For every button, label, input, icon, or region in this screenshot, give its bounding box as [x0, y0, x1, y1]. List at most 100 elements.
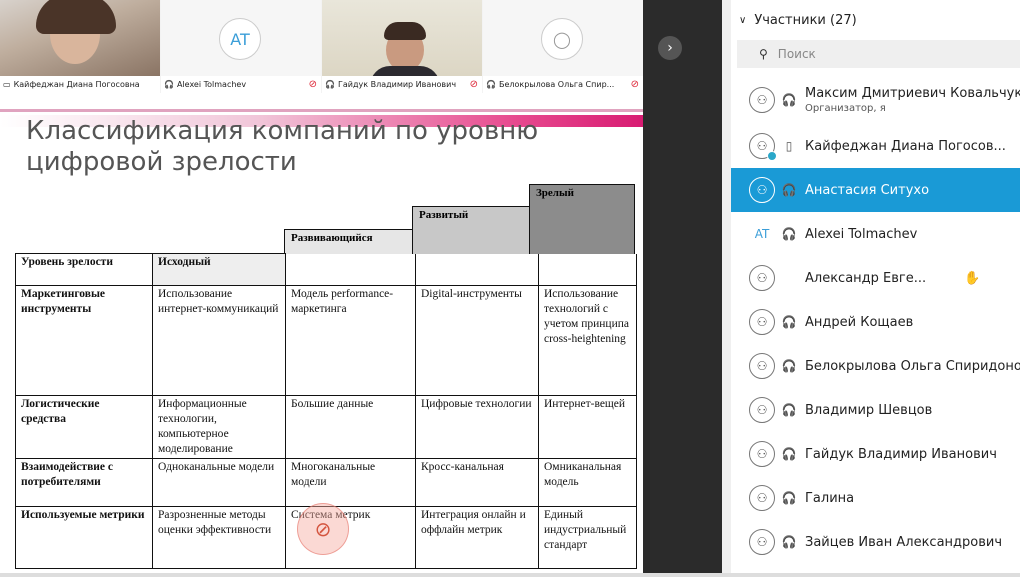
participant-row[interactable]: ⚇ 🎧 Белокрылова Ольга Спиридоновна: [731, 344, 1020, 388]
participant-role: Организатор, я: [805, 103, 886, 114]
video-tile-4[interactable]: ◯ 🎧 Белокрылова Ольга Спир... ⊘: [483, 0, 643, 93]
table-cell: Одноканальные модели: [152, 458, 286, 507]
participant-row[interactable]: ⚇ 🎧 Зайцев Иван Александрович: [731, 520, 1020, 564]
table-cell: Digital-инструменты: [415, 285, 539, 396]
participant-name: Андрей Кощаев: [805, 314, 914, 330]
table-cell: [538, 253, 637, 286]
table-row: Уровень зрелости Исходный: [15, 253, 637, 286]
tile-name: Гайдук Владимир Иванович: [337, 80, 457, 89]
tile-name: Кайфеджан Диана Погосовна: [13, 80, 140, 89]
participant-name: Галина: [805, 490, 855, 506]
headset-icon: 🎧: [781, 535, 797, 549]
table-cell: Омниканальная модель: [538, 458, 637, 507]
headset-icon: 🎧: [781, 403, 797, 417]
participant-row[interactable]: ⚇ 🎧 Галина: [731, 476, 1020, 520]
table-header-cell: Исходный: [152, 253, 286, 286]
person-icon: ⚇: [749, 485, 775, 511]
mic-off-icon: ⊘: [630, 79, 639, 90]
tile-name: Белокрылова Ольга Спир...: [498, 80, 615, 89]
participant-video: [322, 0, 482, 86]
person-icon: ⚇: [749, 177, 775, 203]
table-cell: Интеграция онлайн и оффлайн метрик: [415, 506, 539, 569]
table-cell: Единый индустриальный стандарт: [538, 506, 637, 569]
table-row-header: Используемые метрики: [15, 506, 153, 569]
next-videos-button[interactable]: ›: [658, 36, 682, 60]
tile-namebar: ▭ Кайфеджан Диана Погосовна: [0, 76, 160, 93]
participant-name: Зайцев Иван Александрович: [805, 534, 1003, 550]
table-cell: Большие данные: [285, 395, 416, 459]
participant-row[interactable]: ⚇ 🎧 Гайдук Владимир Иванович: [731, 432, 1020, 476]
headset-icon: 🎧: [325, 80, 335, 89]
participant-row[interactable]: AT 🎧 Alexei Tolmachev: [731, 212, 1020, 256]
person-icon: ⚇: [749, 441, 775, 467]
participants-header[interactable]: ∨ Участники (27): [731, 0, 1020, 40]
table-row: Маркетинговые инструменты Использование …: [15, 285, 637, 396]
search-input[interactable]: ⚲ Поиск: [737, 40, 1020, 68]
tile-namebar: 🎧 Гайдук Владимир Иванович ⊘: [322, 76, 482, 93]
bottom-border: [0, 573, 1020, 577]
table-row-header: Взаимодействие с потребителями: [15, 458, 153, 507]
participant-name: Белокрылова Ольга Спиридоновна: [805, 358, 1020, 374]
participant-name: Кайфеджан Диана Погосов...: [805, 138, 1006, 154]
status-dot: [767, 151, 777, 161]
table-row-header: Маркетинговые инструменты: [15, 285, 153, 396]
mic-off-icon: ⊘: [469, 79, 478, 90]
video-tile-1[interactable]: ▭ Кайфеджан Диана Погосовна: [0, 0, 160, 93]
tile-name: Alexei Tolmachev: [176, 80, 247, 89]
participant-info: Максим Дмитриевич Ковальчук Организатор,…: [805, 86, 1020, 114]
participant-placeholder: AT: [161, 0, 321, 76]
screen-share-icon: ▭: [3, 80, 11, 89]
video-strip: ▭ Кайфеджан Диана Погосовна AT 🎧 Alexei …: [0, 0, 643, 93]
person-icon: ◯: [541, 18, 583, 60]
slide-decoration-line: [0, 109, 643, 112]
shared-slide: Классификация компаний по уровню цифрово…: [0, 93, 643, 573]
headset-icon: 🎧: [781, 183, 797, 197]
table-cell: Цифровые технологии: [415, 395, 539, 459]
table-cell: [415, 253, 539, 286]
headset-icon: 🎧: [781, 93, 797, 107]
mic-off-icon: ⊘: [314, 517, 332, 541]
participant-name: Гайдук Владимир Иванович: [805, 446, 997, 462]
headset-icon: 🎧: [781, 491, 797, 505]
participant-row[interactable]: ⚇ 🎧 Владимир Шевцов: [731, 388, 1020, 432]
headset-icon: 🎧: [781, 315, 797, 329]
participant-row[interactable]: ⚇ Александр Евге... ✋: [731, 256, 1020, 300]
slide-title: Классификация компаний по уровню цифрово…: [26, 116, 539, 177]
muted-mic-indicator[interactable]: ⊘: [297, 503, 349, 555]
tile-namebar: 🎧 Alexei Tolmachev ⊘: [161, 76, 321, 93]
tile-namebar: 🎧 Белокрылова Ольга Спир... ⊘: [483, 76, 643, 93]
participants-title: Участники (27): [754, 12, 857, 28]
table-cell: [285, 253, 416, 286]
initials-avatar: AT: [219, 18, 261, 60]
phone-icon: ▯: [785, 139, 793, 153]
panel-divider: [722, 0, 731, 577]
table-header-cell: Уровень зрелости: [15, 253, 153, 286]
table-cell: Многоканальные модели: [285, 458, 416, 507]
participant-name: Максим Дмитриевич Ковальчук: [805, 86, 1020, 101]
table-cell: Разрозненные методы оценки эффективности: [152, 506, 286, 569]
chevron-down-icon: ∨: [739, 14, 747, 26]
headset-icon: 🎧: [781, 359, 797, 373]
table-cell: Модель performance-маркетинга: [285, 285, 416, 396]
headset-icon: 🎧: [781, 447, 797, 461]
video-tile-3[interactable]: 🎧 Гайдук Владимир Иванович ⊘: [322, 0, 482, 93]
participant-row[interactable]: ⚇ 🎧 Анастасия Ситухо: [731, 168, 1020, 212]
meeting-area: ▭ Кайфеджан Диана Погосовна AT 🎧 Alexei …: [0, 0, 722, 577]
table-cell: Информационные технологии, компьютерное …: [152, 395, 286, 459]
participant-row[interactable]: ⚇ 🎧 Максим Дмитриевич Ковальчук Организа…: [731, 78, 1020, 122]
table-cell: Кросс-канальная: [415, 458, 539, 507]
raised-hand-icon: ✋: [964, 270, 981, 286]
participant-row[interactable]: ⚇ 🎧 Андрей Кощаев: [731, 300, 1020, 344]
table-row: Логистические средства Информационные те…: [15, 395, 637, 459]
headset-icon: 🎧: [164, 80, 174, 89]
person-icon: ⚇: [749, 133, 777, 161]
participant-name: Александр Евге...: [805, 270, 927, 286]
table-cell: Использование технологий с учетом принци…: [538, 285, 637, 396]
participants-panel: ∨ Участники (27) ⚲ Поиск ⚇ 🎧 Максим Дмит…: [731, 0, 1020, 577]
headset-icon: 🎧: [781, 227, 797, 241]
participant-placeholder: ◯: [483, 0, 643, 76]
participant-row[interactable]: ⚇ ▯ Кайфеджан Диана Погосов...: [731, 124, 1020, 168]
person-icon: ⚇: [749, 87, 775, 113]
table-row: Взаимодействие с потребителями Одноканал…: [15, 458, 637, 507]
video-tile-2[interactable]: AT 🎧 Alexei Tolmachev ⊘: [161, 0, 321, 93]
